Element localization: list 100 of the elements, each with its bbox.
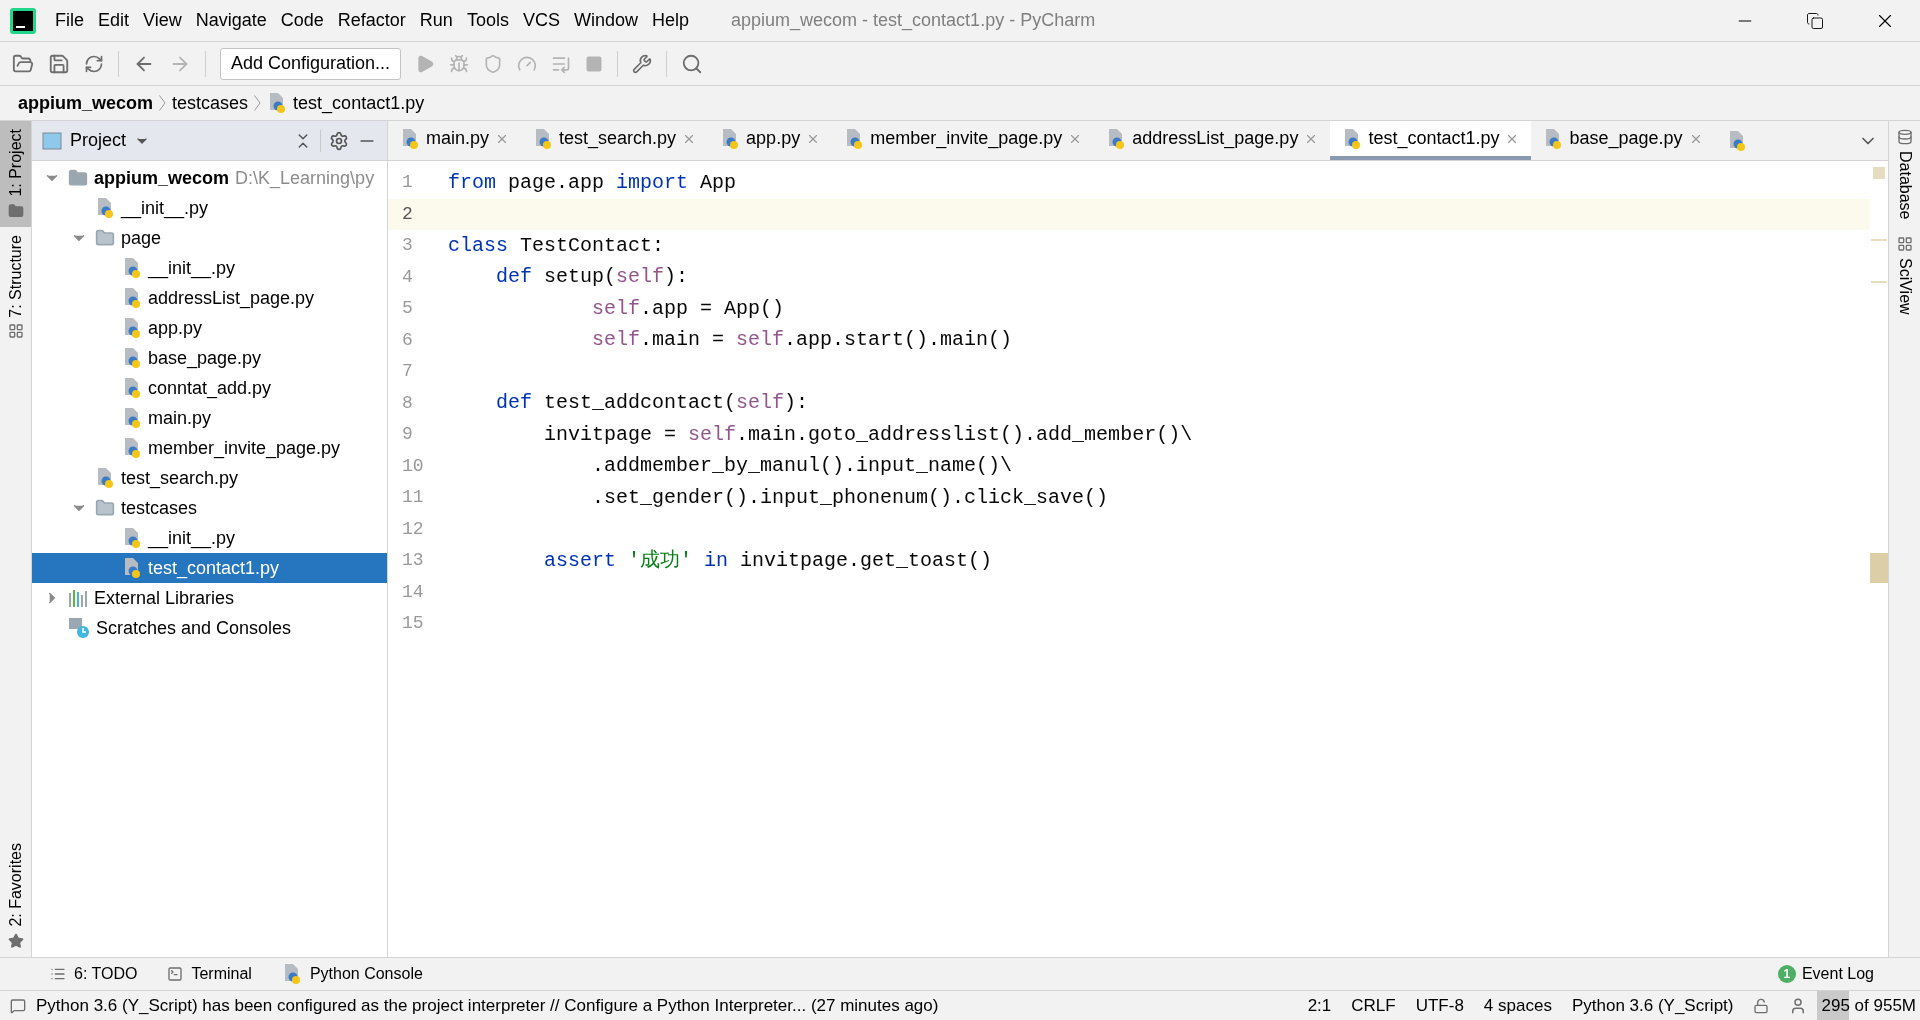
menu-item[interactable]: Edit — [91, 7, 137, 34]
editor-tab[interactable]: test_search.py — [521, 121, 709, 160]
editor-tab[interactable]: test_contact1.py — [1330, 121, 1532, 160]
code-line: assert '成功' in invitpage.get_toast() — [543, 547, 993, 574]
tool-window-tab[interactable]: 7: Structure — [0, 226, 31, 348]
memory-indicator[interactable]: 295 of 955M — [1817, 990, 1920, 1020]
editor-tab[interactable]: base_page.py — [1531, 121, 1715, 160]
python-file-icon — [122, 317, 142, 339]
tree-item[interactable]: app.py — [32, 313, 387, 343]
python-file-icon — [844, 127, 865, 150]
status-item[interactable]: Python 3.6 (Y_Script) — [1571, 992, 1734, 1019]
tree-item[interactable]: __init__.py — [32, 523, 387, 553]
search-icon[interactable] — [681, 52, 704, 75]
tree-item[interactable]: __init__.py — [32, 193, 387, 223]
line-number: 5 — [401, 297, 414, 321]
code-line: def test_addcontact(self): — [495, 390, 809, 417]
code-line: .addmember_by_manul().input_name()\ — [591, 453, 1013, 480]
tree-item-label: page — [121, 226, 162, 250]
tree-item[interactable]: appium_wecom D:\K_Learning\py — [32, 163, 387, 193]
tool-window-tab[interactable]: Terminal — [167, 962, 252, 986]
python-file-icon — [122, 407, 142, 429]
editor-tab[interactable]: main.py — [388, 121, 522, 160]
status-message[interactable]: Python 3.6 (Y_Script) has been configured as the project interpreter // Configure a Python Interpreter... (27 minutes ago) — [36, 992, 939, 1019]
tool-window-tab[interactable]: SciView — [1889, 227, 1920, 323]
restore-icon[interactable] — [1806, 11, 1824, 30]
python-file-icon — [400, 127, 420, 150]
save-icon[interactable] — [48, 52, 70, 75]
line-number: 1 — [401, 171, 414, 195]
status-item[interactable]: 2:1 — [1307, 992, 1332, 1019]
menu-item[interactable]: Refactor — [330, 7, 413, 34]
tree-item-label: member_invite_page.py — [148, 436, 341, 461]
run-icon[interactable] — [415, 53, 436, 74]
tree-item[interactable]: addressList_page.py — [32, 283, 387, 313]
editor-tab[interactable]: app.py — [708, 121, 833, 160]
menu-item[interactable]: File — [48, 7, 91, 34]
notification-count: 1 — [1777, 965, 1796, 983]
tree-item-label: addressList_page.py — [148, 286, 315, 311]
python-file-icon — [533, 127, 554, 150]
python-file-icon — [95, 197, 115, 219]
stop-icon[interactable] — [585, 54, 604, 73]
window-title: appium_wecom - test_contact1.py - PyCharm — [731, 9, 1096, 33]
tree-item[interactable]: test_contact1.py — [32, 553, 387, 583]
menu-item[interactable]: Help — [644, 7, 696, 34]
open-folder-icon[interactable] — [12, 52, 34, 75]
database-icon — [1896, 129, 1913, 145]
tree-item[interactable]: test_search.py — [32, 463, 387, 493]
tool-window-tab[interactable]: Python Console — [281, 962, 423, 986]
tree-item[interactable]: External Libraries — [32, 583, 387, 613]
coverage-icon[interactable] — [483, 53, 504, 74]
tool-window-tab[interactable]: 6: TODO — [50, 962, 138, 986]
breadcrumb-item[interactable]: appium_wecom — [18, 89, 154, 117]
status-item[interactable]: 4 spaces — [1483, 992, 1552, 1019]
python-file-icon — [122, 287, 142, 309]
menu-item[interactable]: Tools — [459, 7, 516, 34]
tree-item[interactable]: page — [32, 223, 387, 253]
line-number: 10 — [401, 454, 425, 478]
python-file-icon — [95, 467, 115, 489]
debug-icon[interactable] — [449, 53, 470, 74]
tree-item[interactable]: Scratches and Consoles — [32, 613, 387, 643]
tree-item[interactable]: member_invite_page.py — [32, 433, 387, 463]
settings-wrench-icon[interactable] — [632, 53, 653, 74]
sync-icon[interactable] — [84, 53, 104, 74]
tool-window-tab[interactable]: 1: Project — [0, 121, 31, 227]
tree-item-label: Scratches and Consoles — [96, 616, 292, 640]
tree-item[interactable]: main.py — [32, 403, 387, 433]
python-file-icon — [122, 377, 142, 399]
menu-item[interactable]: Code — [273, 7, 331, 34]
breadcrumb-separator-icon — [254, 95, 262, 111]
line-number: 15 — [401, 612, 425, 636]
tree-item[interactable]: __init__.py — [32, 253, 387, 283]
code-line: from page.app import App — [448, 169, 737, 196]
editor-tab[interactable]: member_invite_page.py — [832, 121, 1095, 160]
python-file-icon — [720, 127, 741, 150]
status-item[interactable]: UTF-8 — [1415, 992, 1464, 1019]
tree-item-label: main.py — [148, 406, 212, 430]
tree-item[interactable]: base_page.py — [32, 343, 387, 373]
notifications-toggle-icon[interactable] — [10, 997, 26, 1014]
menu-item[interactable]: View — [136, 7, 189, 34]
breadcrumb-item[interactable]: test_contact1.py — [293, 89, 425, 117]
menu-item[interactable]: VCS — [515, 7, 567, 34]
tree-item[interactable]: testcases — [32, 493, 387, 523]
menu-item[interactable]: Navigate — [188, 7, 274, 34]
status-item[interactable]: CRLF — [1351, 992, 1396, 1019]
tool-window-tab[interactable]: Database — [1889, 121, 1920, 228]
code-line: .set_gender().input_phonenum().click_save() — [591, 484, 1109, 511]
add-configuration-button[interactable]: Add Configuration... — [220, 47, 402, 80]
unlock-icon[interactable] — [1753, 997, 1770, 1014]
line-number: 7 — [401, 360, 414, 384]
tree-item-label: appium_wecom — [94, 166, 230, 190]
tree-item-label: External Libraries — [94, 586, 235, 610]
tree-item[interactable]: conntat_add.py — [32, 373, 387, 403]
menu-item[interactable]: Window — [566, 7, 645, 34]
tool-window-tab[interactable]: 2: Favorites — [0, 835, 31, 957]
menu-item[interactable]: Run — [412, 7, 460, 34]
event-log-tab[interactable]: 1 Event Log — [1777, 962, 1874, 986]
settings-icon[interactable] — [329, 130, 349, 151]
panel-title[interactable]: Project — [70, 127, 127, 154]
editor-tab[interactable]: addressList_page.py — [1094, 121, 1331, 160]
breadcrumb-item[interactable]: testcases — [172, 89, 249, 117]
line-number: 2 — [401, 202, 414, 226]
